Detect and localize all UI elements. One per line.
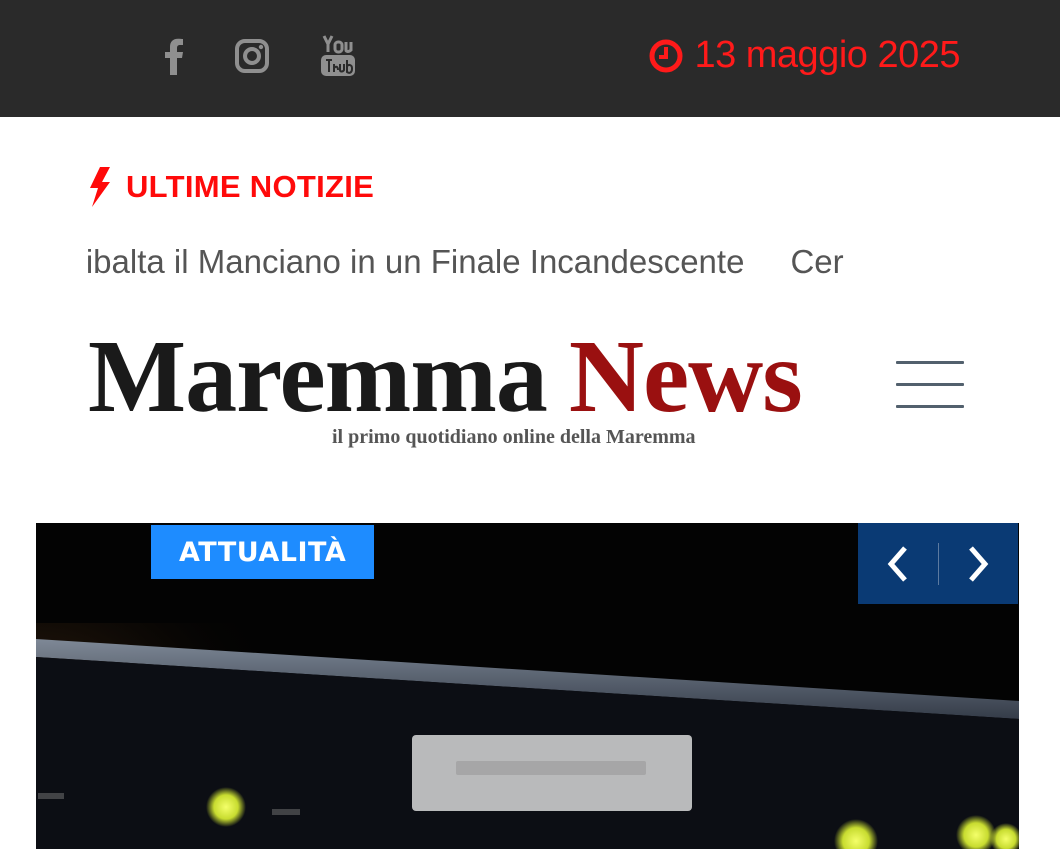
category-badge[interactable]: ATTUALITÀ xyxy=(151,525,375,579)
hamburger-menu-button[interactable] xyxy=(890,355,966,415)
instagram-icon-glyph xyxy=(235,39,269,73)
breaking-news-label: ULTIME NOTIZIE xyxy=(126,169,375,204)
hamburger-menu-icon xyxy=(896,361,964,364)
chevron-left-icon xyxy=(887,545,907,582)
logo-wordmark: Maremma News xyxy=(88,325,803,429)
facebook-icon[interactable] xyxy=(154,36,194,76)
category-label: ATTUALITÀ xyxy=(179,536,347,568)
current-date: 13 maggio 2025 xyxy=(694,34,960,76)
main-container: ULTIME NOTIZIE se Ribalta il Manciano in… xyxy=(36,117,1019,849)
logo-word-maremma: Maremma xyxy=(88,319,548,434)
logo-tagline: il primo quotidiano online della Maremma xyxy=(332,426,696,448)
breaking-news-header: ULTIME NOTIZIE xyxy=(88,167,374,207)
ticker-item[interactable]: se Ribalta il Manciano in un Finale Inca… xyxy=(88,243,744,281)
instagram-icon[interactable] xyxy=(232,36,272,76)
slider-prev-button[interactable] xyxy=(858,523,938,604)
top-bar: 13 maggio 2025 xyxy=(0,0,1060,117)
bolt-icon xyxy=(90,167,110,207)
logo-word-news: News xyxy=(568,319,803,434)
youtube-icon[interactable] xyxy=(318,35,358,76)
date-display: 13 maggio 2025 xyxy=(648,34,960,77)
ticker-track: se Ribalta il Manciano in un Finale Inca… xyxy=(88,243,890,281)
youtube-icon-glyph xyxy=(321,35,355,76)
hero-slider[interactable]: ATTUALITÀ xyxy=(36,523,1019,849)
clock-icon xyxy=(649,39,683,72)
slider-navigation xyxy=(858,523,1018,604)
slider-next-button[interactable] xyxy=(939,523,1019,604)
hamburger-bar xyxy=(896,405,964,408)
chevron-right-icon xyxy=(969,545,989,582)
news-ticker[interactable]: se Ribalta il Manciano in un Finale Inca… xyxy=(88,243,1018,287)
ticker-item[interactable]: Cer xyxy=(790,243,843,281)
site-logo[interactable]: Maremma News il primo quotidiano online d… xyxy=(88,325,808,455)
facebook-icon-glyph xyxy=(165,38,183,75)
hamburger-bar xyxy=(896,383,964,386)
